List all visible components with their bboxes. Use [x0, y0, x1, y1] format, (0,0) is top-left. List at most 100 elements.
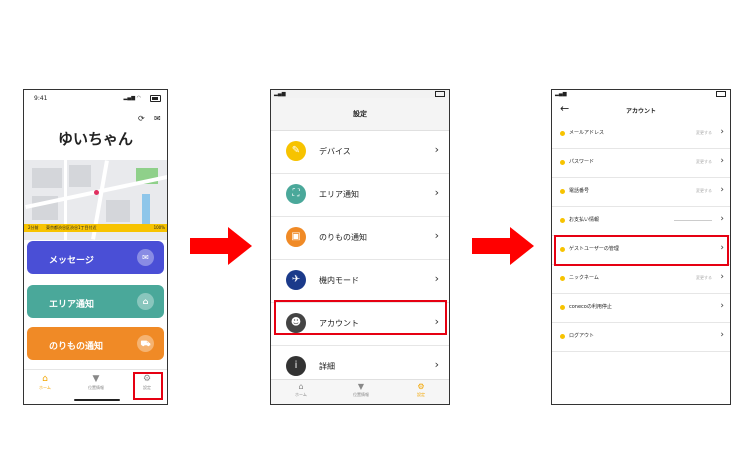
bullet-icon	[560, 131, 565, 136]
area-icon: ⌂	[137, 293, 154, 310]
settings-item-vehicle[interactable]: ▣ のりもの通知 ›	[271, 216, 449, 260]
device-icon: ✎	[286, 141, 306, 161]
bullet-icon	[560, 276, 565, 281]
battery-icon	[150, 95, 161, 102]
chevron-right-icon: ›	[434, 358, 439, 371]
settings-item-label: 機内モード	[319, 276, 359, 285]
location-icon: ▼	[357, 382, 365, 391]
vehicle-notify-button-label: のりもの通知	[49, 342, 104, 352]
bullet-icon	[560, 160, 565, 165]
account-item-label: パスワード	[569, 159, 595, 165]
account-item-suspend[interactable]: conecoの利用停止 ›	[552, 293, 730, 323]
vehicle-notify-button[interactable]: のりもの通知 ⛟	[27, 327, 164, 360]
account-item-label: メールアドレス	[569, 130, 605, 136]
phone-home-screen: 9:41 ▂▄▆ ◠ ⟳ ✉ ゆいちゃん 2分前 東京都渋谷区渋谷1丁目付近 1…	[23, 89, 168, 405]
chevron-right-icon: ›	[720, 301, 724, 311]
account-item-status: 変更する	[696, 188, 712, 193]
vehicle-icon: ▣	[286, 227, 306, 247]
settings-item-label: デバイス	[319, 147, 351, 156]
account-item-status: 変更する	[696, 130, 712, 135]
settings-item-label: のりもの通知	[319, 233, 367, 242]
phone-settings-screen: ▂▄▆ 設定 ✎ デバイス › ⛶ エリア通知 › ▣ のりもの通知 › ✈ 機…	[270, 89, 450, 405]
chevron-right-icon: ›	[720, 127, 724, 137]
message-button-label: メッセージ	[49, 256, 94, 266]
refresh-icon[interactable]: ⟳	[138, 114, 145, 123]
message-icon: ✉	[137, 249, 154, 266]
tab-settings[interactable]: ⚙ 設定	[406, 382, 436, 398]
location-icon: ▼	[92, 374, 100, 384]
area-icon: ⛶	[286, 184, 306, 204]
settings-item-airplane[interactable]: ✈ 機内モード ›	[271, 259, 449, 303]
account-item-label: 電話番号	[569, 188, 590, 194]
home-indicator	[74, 399, 120, 401]
highlight-box	[133, 372, 163, 400]
phone-account-screen: ▂▄▆ ← アカウント メールアドレス 変更する › パスワード 変更する › …	[551, 89, 731, 405]
highlight-box	[554, 235, 729, 266]
battery-icon	[716, 91, 726, 97]
chevron-right-icon: ›	[434, 143, 439, 156]
highlight-box	[274, 300, 447, 335]
chevron-right-icon: ›	[720, 185, 724, 195]
tab-home[interactable]: ⌂ ホーム	[286, 382, 316, 398]
chevron-right-icon: ›	[434, 272, 439, 285]
home-icon: ⌂	[298, 382, 304, 391]
account-item-label: ログアウト	[569, 333, 595, 339]
account-item-email[interactable]: メールアドレス 変更する ›	[552, 119, 730, 149]
address-text: 東京都渋谷区渋谷1丁目付近	[46, 225, 97, 230]
area-notify-button[interactable]: エリア通知 ⌂	[27, 285, 164, 318]
account-item-payment[interactable]: お支払い情報 ›	[552, 206, 730, 236]
chevron-right-icon: ›	[434, 186, 439, 199]
airplane-icon: ✈	[286, 270, 306, 290]
location-pin-icon	[94, 190, 99, 195]
status-bar: ▂▄▆	[271, 90, 449, 98]
tab-location-label: 位置情報	[88, 385, 104, 390]
info-icon: i	[286, 356, 306, 376]
update-time: 2分前	[28, 225, 39, 230]
bullet-icon	[560, 218, 565, 223]
user-name: ゆいちゃん	[57, 130, 133, 148]
placeholder-line	[674, 220, 712, 221]
signal-icon: ▂▄▆	[274, 91, 286, 97]
status-bar: 9:41 ▂▄▆ ◠	[24, 90, 167, 104]
battery-icon	[435, 91, 445, 97]
settings-item-label: エリア通知	[319, 190, 359, 199]
tab-home-label: ホーム	[295, 392, 307, 397]
signal-icon: ▂▄▆	[555, 91, 567, 97]
vehicle-icon: ⛟	[137, 335, 154, 352]
chevron-right-icon: ›	[720, 272, 724, 282]
bullet-icon	[560, 189, 565, 194]
account-item-nickname[interactable]: ニックネーム 変更する ›	[552, 264, 730, 294]
message-button[interactable]: メッセージ ✉	[27, 241, 164, 274]
bullet-icon	[560, 305, 565, 310]
account-item-password[interactable]: パスワード 変更する ›	[552, 148, 730, 178]
settings-item-area[interactable]: ⛶ エリア通知 ›	[271, 173, 449, 217]
tab-location-label: 位置情報	[353, 392, 369, 397]
account-item-label: お支払い情報	[569, 217, 600, 223]
home-icon: ⌂	[42, 374, 48, 384]
page-title: 設定	[353, 110, 367, 118]
address-bar: 2分前 東京都渋谷区渋谷1丁目付近 100%	[24, 224, 167, 232]
page-title: アカウント	[625, 108, 656, 115]
tab-home[interactable]: ⌂ ホーム	[30, 374, 60, 391]
chevron-right-icon: ›	[720, 214, 724, 224]
gear-icon: ⚙	[417, 382, 425, 391]
account-item-status: 変更する	[696, 159, 712, 164]
account-item-phone[interactable]: 電話番号 変更する ›	[552, 177, 730, 207]
signal-icon: ▂▄▆ ◠	[123, 95, 142, 101]
tab-location[interactable]: ▼ 位置情報	[346, 382, 376, 398]
status-time: 9:41	[34, 95, 48, 102]
account-item-label: conecoの利用停止	[569, 304, 612, 310]
status-bar: ▂▄▆	[552, 90, 730, 98]
nav-bar: 設定	[271, 98, 449, 131]
area-notify-button-label: エリア通知	[49, 300, 95, 310]
bullet-icon	[560, 334, 565, 339]
account-item-status: 変更する	[696, 275, 712, 280]
notification-icon[interactable]: ✉	[154, 114, 161, 123]
tab-home-label: ホーム	[39, 385, 51, 390]
settings-item-label: 詳細	[319, 362, 335, 371]
tab-location[interactable]: ▼ 位置情報	[81, 374, 111, 391]
account-item-label: ニックネーム	[569, 275, 599, 281]
chevron-right-icon: ›	[720, 156, 724, 166]
settings-item-device[interactable]: ✎ デバイス ›	[271, 130, 449, 174]
account-item-logout[interactable]: ログアウト ›	[552, 322, 730, 352]
